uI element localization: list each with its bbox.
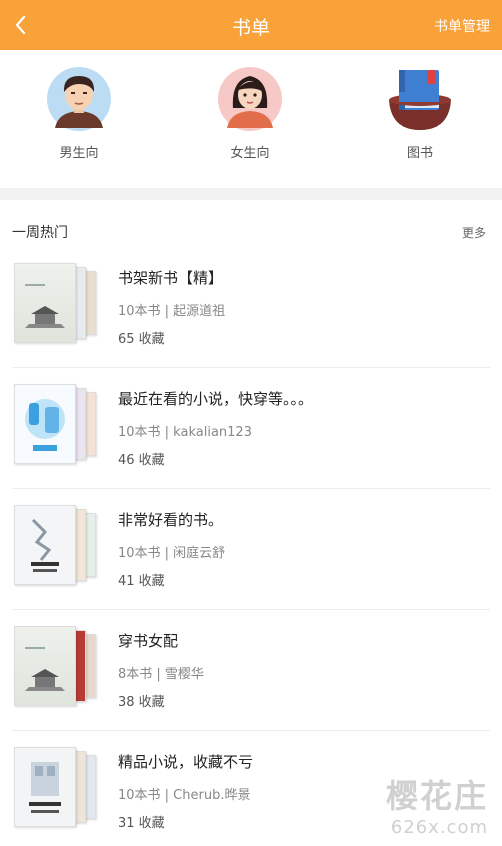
category-row: 男生向 女生向 图书 <box>0 50 502 188</box>
book-cover <box>14 747 76 827</box>
booklist-meta: 10本书 | 闲庭云舒 <box>118 546 226 561</box>
booklist-item[interactable]: 非常好看的书。 10本书 | 闲庭云舒 41 收藏 <box>0 489 502 610</box>
booklist-meta: 10本书 | kakalian123 <box>118 425 252 440</box>
male-avatar-icon <box>46 66 112 132</box>
top-bar: 书单 书单管理 <box>0 0 502 50</box>
booklist-title: 最近在看的小说，快穿等。。。 <box>118 390 314 408</box>
cover-stack <box>14 384 104 464</box>
booklist-item[interactable]: 穿书女配 8本书 | 雪樱华 38 收藏 <box>0 610 502 731</box>
booklist-meta: 10本书 | 起源道祖 <box>118 304 226 319</box>
book-cover <box>14 505 76 585</box>
booklist-title: 穿书女配 <box>118 632 179 650</box>
watermark: 樱花庄 626x.com <box>386 771 488 838</box>
booklist-title: 精品小说，收藏不亏 <box>118 753 254 771</box>
category-label: 男生向 <box>59 146 99 161</box>
manage-button[interactable]: 书单管理 <box>434 16 490 36</box>
book-cover <box>14 263 76 343</box>
category-books[interactable]: 图书 <box>370 66 470 161</box>
female-avatar-icon <box>217 66 283 132</box>
booklist-favorites: 38 收藏 <box>118 695 165 710</box>
cover-stack <box>14 263 104 343</box>
category-female[interactable]: 女生向 <box>200 66 300 161</box>
booklist-item[interactable]: 最近在看的小说，快穿等。。。 10本书 | kakalian123 46 收藏 <box>0 368 502 489</box>
booklist-favorites: 41 收藏 <box>118 574 165 589</box>
booklist-title: 非常好看的书。 <box>118 511 224 529</box>
weekly-hot-section: 一周热门 更多 书架新书【精】 10本书 | 起源道祖 65 收藏 最近在看的小… <box>0 200 502 846</box>
book-cover <box>14 626 76 706</box>
cover-stack <box>14 626 104 706</box>
booklist-title: 书架新书【精】 <box>118 269 224 287</box>
booklist-favorites: 46 收藏 <box>118 453 165 468</box>
category-label: 图书 <box>406 146 433 161</box>
category-male[interactable]: 男生向 <box>29 66 129 161</box>
booklist-favorites: 65 收藏 <box>118 332 165 347</box>
booklist-meta: 8本书 | 雪樱华 <box>118 667 204 682</box>
page-title: 书单 <box>231 17 270 39</box>
booklist-favorites: 31 收藏 <box>118 816 165 831</box>
booklist-item[interactable]: 书架新书【精】 10本书 | 起源道祖 65 收藏 <box>0 247 502 368</box>
cover-stack <box>14 747 104 827</box>
book-cover <box>14 384 76 464</box>
category-label: 女生向 <box>230 146 270 161</box>
booklist-meta: 10本书 | Cherub.晔景 <box>118 788 251 803</box>
section-title: 一周热门 <box>12 225 68 241</box>
cover-stack <box>14 505 104 585</box>
book-icon <box>387 66 453 132</box>
more-link[interactable]: 更多 <box>462 224 486 241</box>
watermark-url: 626x.com <box>390 817 488 838</box>
watermark-text: 樱花庄 <box>385 777 488 815</box>
